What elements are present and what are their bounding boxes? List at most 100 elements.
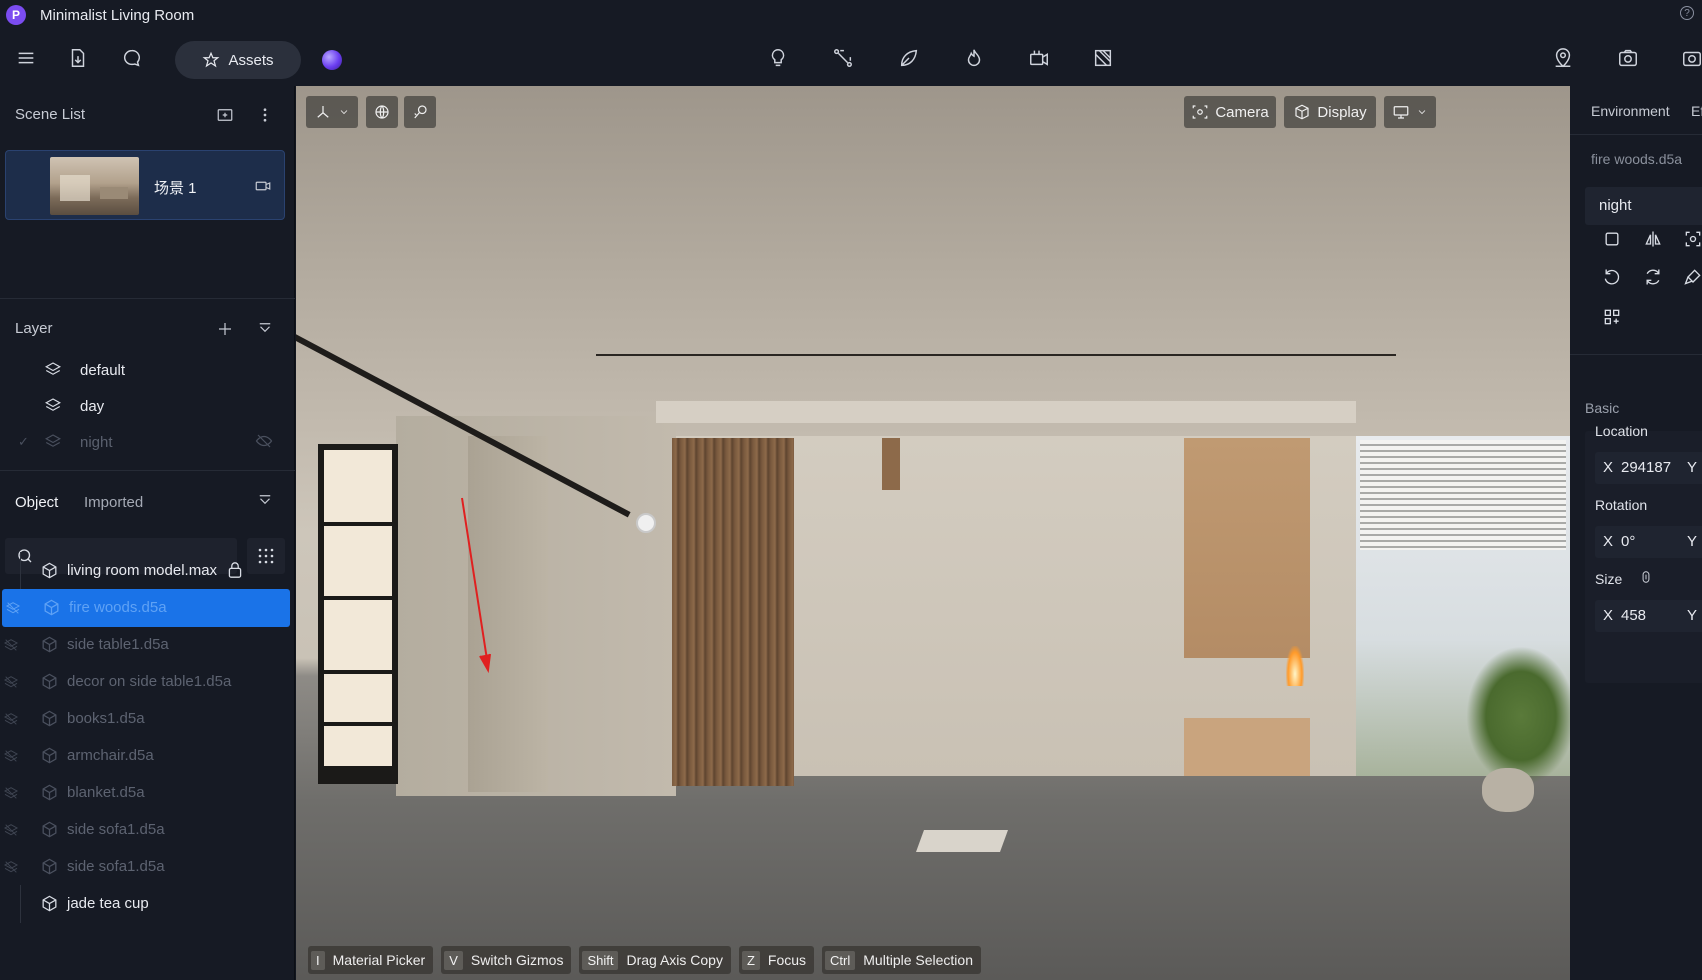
display-button[interactable]: Display: [1284, 96, 1376, 128]
layer-name: day: [80, 397, 105, 415]
collapse-object-icon[interactable]: [254, 490, 276, 512]
annotation-arrow: [461, 497, 491, 674]
scene-ceiling-band: [656, 401, 1356, 423]
shortcut-hint: Ctrl Multiple Selection: [822, 946, 981, 974]
object-row[interactable]: living room model.max: [0, 552, 295, 590]
mirror-icon[interactable]: [1638, 224, 1668, 254]
hidden-layer-icon[interactable]: [3, 711, 21, 729]
tab-object[interactable]: Object: [15, 494, 58, 511]
location-pin-icon[interactable]: [1545, 40, 1581, 76]
refresh-icon[interactable]: [1638, 262, 1668, 292]
location-x-field[interactable]: X 294187 Y: [1595, 452, 1702, 484]
focus-icon[interactable]: [1678, 224, 1702, 254]
layer-item-default[interactable]: default: [0, 352, 295, 388]
light-gizmo-icon[interactable]: [636, 513, 656, 533]
object-row[interactable]: side sofa1.d5a: [0, 811, 295, 849]
right-panel: Environment Ef fire woods.d5a night Basi…: [1570, 86, 1702, 980]
shortcut-hint: Z Focus: [738, 946, 815, 974]
light-icon[interactable]: [760, 40, 796, 76]
shortcut-hint: Shift Drag Axis Copy: [579, 946, 731, 974]
hidden-layer-icon[interactable]: [3, 822, 21, 840]
group-icon[interactable]: [1597, 302, 1627, 332]
menu-icon[interactable]: [8, 40, 44, 76]
check-icon[interactable]: ✓: [18, 434, 29, 450]
tab-imported[interactable]: Imported: [84, 494, 143, 511]
hidden-layer-icon[interactable]: [3, 748, 21, 766]
hidden-layer-icon[interactable]: [3, 674, 21, 692]
object-row[interactable]: fire woods.d5a: [2, 589, 290, 627]
scene-name: 场景 1: [154, 180, 197, 197]
screenshot-icon[interactable]: [1674, 40, 1702, 76]
object-row[interactable]: armchair.d5a: [0, 737, 295, 775]
import-file-icon[interactable]: [60, 40, 96, 76]
rotation-label: Rotation: [1595, 497, 1648, 513]
add-scene-icon[interactable]: [214, 104, 236, 126]
object-name: decor on side table1.d5a: [67, 673, 232, 690]
section-box-icon[interactable]: [1085, 40, 1121, 76]
layer-select[interactable]: night: [1585, 187, 1702, 225]
view-options-icon: [1393, 106, 1409, 119]
hidden-layer-icon[interactable]: [3, 859, 21, 877]
shortcut-label: Drag Axis Copy: [626, 952, 723, 968]
tab-environment[interactable]: Environment: [1591, 103, 1670, 119]
object-row[interactable]: books1.d5a: [0, 700, 295, 738]
brush-icon[interactable]: [1678, 262, 1702, 292]
path-tool-icon[interactable]: [825, 40, 861, 76]
chevron-down-icon: [1418, 110, 1426, 115]
copy-icon[interactable]: [1597, 224, 1627, 254]
hidden-layer-icon[interactable]: [3, 785, 21, 803]
collapse-layer-icon[interactable]: [254, 318, 276, 340]
video-icon[interactable]: [1021, 40, 1057, 76]
shortcut-label: Material Picker: [332, 952, 426, 968]
model-cube-icon: [40, 709, 60, 729]
model-cube-icon: [40, 635, 60, 655]
add-layer-icon[interactable]: [214, 318, 236, 340]
camera-button[interactable]: Camera: [1184, 96, 1276, 128]
axis-x-label: X: [1603, 459, 1614, 476]
rotation-x-field[interactable]: X 0° Y: [1595, 526, 1702, 558]
object-row[interactable]: side table1.d5a: [0, 626, 295, 664]
hidden-layer-icon[interactable]: [5, 600, 23, 618]
ai-orb-icon[interactable]: [322, 50, 342, 70]
hidden-layer-icon[interactable]: [3, 637, 21, 655]
view-options-button[interactable]: [1384, 96, 1436, 128]
more-options-icon[interactable]: [254, 104, 276, 126]
help-icon[interactable]: ?: [1680, 6, 1694, 20]
eye-off-icon[interactable]: [255, 432, 273, 453]
scene-fireplace-fire[interactable]: [1286, 646, 1304, 686]
3d-viewport[interactable]: Camera Display I Material Picker V Switch G…: [296, 86, 1570, 980]
object-row[interactable]: decor on side table1.d5a: [0, 663, 295, 701]
lock-ratio-icon[interactable]: [1636, 567, 1656, 587]
object-row[interactable]: side sofa1.d5a: [0, 848, 295, 886]
layer-item-night[interactable]: ✓ night: [0, 424, 295, 460]
vegetation-icon[interactable]: [891, 40, 927, 76]
scene-plant: [1466, 646, 1570, 786]
assets-button[interactable]: Assets: [175, 41, 301, 79]
lock-icon[interactable]: [227, 561, 243, 582]
layer-item-day[interactable]: day: [0, 388, 295, 424]
basic-section-title: Basic: [1585, 400, 1620, 416]
scene-wood-cabinet: [1184, 438, 1310, 658]
snap-button[interactable]: [404, 96, 436, 128]
transform-mode-button[interactable]: [306, 96, 358, 128]
comment-icon[interactable]: [114, 40, 150, 76]
undo-icon[interactable]: [1597, 262, 1627, 292]
axis-gizmo-icon: [317, 106, 329, 118]
model-cube-icon: [40, 857, 60, 877]
scene-item[interactable]: 场景 1: [5, 150, 285, 220]
chevron-down-icon: [340, 110, 348, 115]
layer-name: default: [80, 361, 126, 379]
tab-effects[interactable]: Ef: [1691, 103, 1702, 119]
model-cube-icon: [42, 598, 62, 618]
object-row[interactable]: jade tea cup: [0, 885, 295, 923]
left-panel: Scene List 场景 1 Layer default day ✓ nigh…: [0, 86, 295, 980]
app-logo-icon: P: [6, 5, 26, 25]
scene-wood-slats: [672, 438, 794, 786]
render-camera-icon[interactable]: [1610, 40, 1646, 76]
size-x-field[interactable]: X 458 Y: [1595, 600, 1702, 632]
world-space-button[interactable]: [366, 96, 398, 128]
object-row[interactable]: blanket.d5a: [0, 774, 295, 812]
fire-effect-icon[interactable]: [956, 40, 992, 76]
scene-camera-icon[interactable]: [252, 175, 274, 197]
model-cube-icon: [40, 820, 60, 840]
